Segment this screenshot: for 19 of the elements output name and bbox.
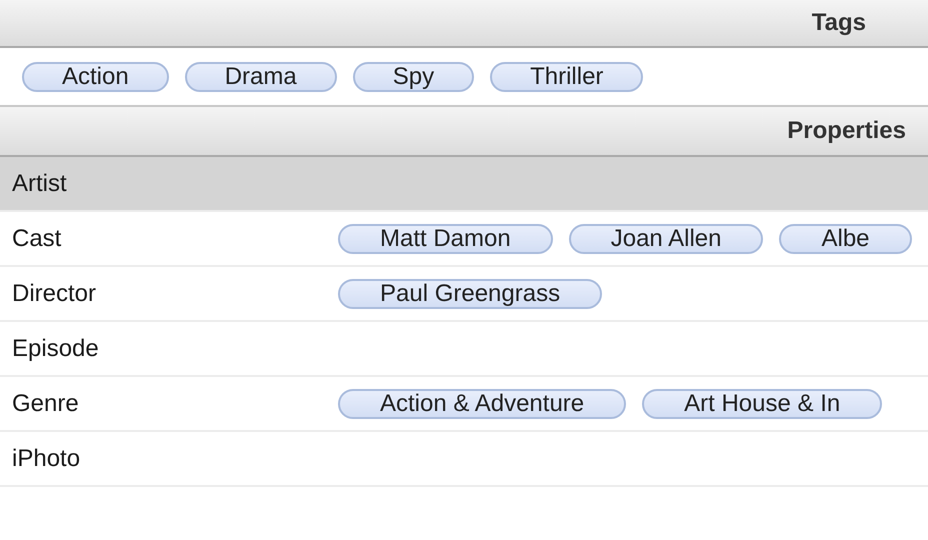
value-token[interactable]: Joan Allen <box>568 224 764 254</box>
property-row[interactable]: Artist <box>0 157 928 212</box>
property-label: iPhoto <box>11 444 82 472</box>
tag-token[interactable]: Action <box>22 62 169 92</box>
section-title: Tags <box>812 9 866 37</box>
tag-token[interactable]: Spy <box>352 62 474 92</box>
value-token[interactable]: Paul Greengrass <box>338 278 602 308</box>
section-title: Properties <box>787 117 906 145</box>
property-label: Cast <box>11 224 62 252</box>
property-label: Artist <box>11 170 68 198</box>
property-label: Genre <box>11 390 80 418</box>
value-token[interactable]: Albe <box>779 224 912 254</box>
property-label: Director <box>11 280 98 308</box>
tag-token[interactable]: Thriller <box>490 62 644 92</box>
property-label: Episode <box>11 334 100 362</box>
value-token[interactable]: Matt Damon <box>338 224 553 254</box>
value-token[interactable]: Art House & In <box>642 388 882 418</box>
value-token[interactable]: Action & Adventure <box>338 388 626 418</box>
tag-token[interactable]: Drama <box>184 62 337 92</box>
